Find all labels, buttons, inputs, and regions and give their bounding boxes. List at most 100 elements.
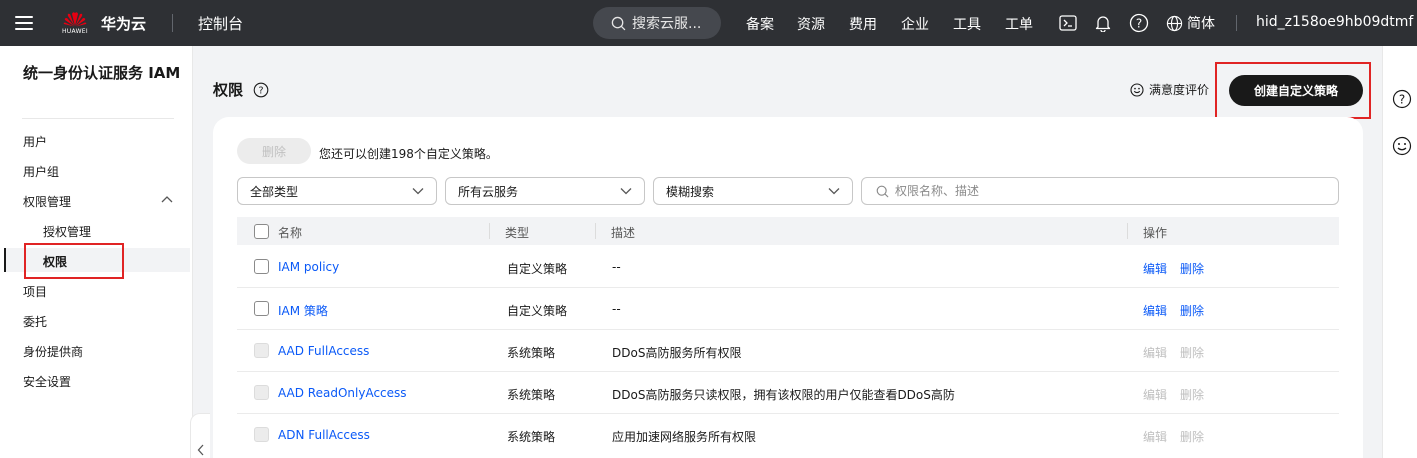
sidebar-item-agencies[interactable]: 委托	[23, 313, 47, 330]
sidebar-item-permission-management[interactable]: 权限管理	[23, 193, 71, 210]
huawei-logo-icon	[63, 12, 87, 27]
divider	[1236, 15, 1237, 31]
divider	[22, 118, 174, 119]
help-circle-icon[interactable]: ?	[1392, 89, 1412, 109]
chevron-left-icon	[197, 444, 203, 456]
sidebar-item-security-settings[interactable]: 安全设置	[23, 373, 71, 390]
chevron-down-icon	[828, 188, 840, 195]
global-search[interactable]: 搜索云服...	[593, 7, 721, 39]
row-checkbox[interactable]	[254, 301, 269, 316]
policy-search-input[interactable]	[895, 184, 1315, 198]
policy-description: DDoS高防服务只读权限，拥有该权限的用户仅能查看DDoS高防	[612, 388, 955, 402]
policy-description: 应用加速网络服务所有权限	[612, 430, 757, 444]
chevron-down-icon	[412, 188, 424, 195]
search-mode-select[interactable]: 模糊搜索	[653, 177, 853, 205]
chevron-down-icon	[620, 188, 632, 195]
huawei-logo[interactable]: HUAWEI	[58, 8, 92, 38]
svg-text:?: ?	[258, 86, 263, 97]
row-divider	[237, 413, 1339, 414]
column-header-actions: 操作	[1143, 226, 1168, 240]
edit-link: 编辑	[1143, 388, 1168, 402]
svg-text:?: ?	[1399, 93, 1405, 107]
policy-description: --	[612, 260, 621, 274]
menu-icon[interactable]	[14, 13, 34, 33]
policy-type: 系统策略	[507, 430, 556, 444]
username[interactable]: hid_z158oe9hb09dtmf	[1256, 14, 1413, 30]
search-mode-value: 模糊搜索	[666, 184, 715, 199]
sidebar-item-permissions[interactable]: 权限	[43, 253, 67, 270]
nav-billing[interactable]: 费用	[849, 14, 877, 34]
row-checkbox	[254, 343, 269, 358]
nav-tools[interactable]: 工具	[953, 14, 981, 34]
help-icon[interactable]: ?	[253, 82, 269, 98]
collapse-sidebar-button[interactable]	[190, 413, 210, 458]
sidebar-item-identity-providers[interactable]: 身份提供商	[23, 343, 83, 360]
table-header	[237, 217, 1339, 245]
policy-type: 自定义策略	[507, 262, 568, 276]
delete-link[interactable]: 删除	[1180, 260, 1204, 277]
help-circle-icon[interactable]: ?	[1128, 12, 1150, 34]
policy-type: 系统策略	[507, 346, 556, 360]
row-divider	[237, 329, 1339, 330]
language-switch[interactable]: 简体	[1166, 13, 1215, 33]
divider	[172, 14, 173, 32]
edit-link[interactable]: 编辑	[1143, 302, 1167, 319]
smiley-icon	[1130, 82, 1144, 97]
delete-link: 删除	[1180, 388, 1205, 402]
quota-text: 您还可以创建198个自定义策略。	[319, 147, 498, 161]
column-header-description: 描述	[611, 226, 636, 240]
policy-name-link[interactable]: AAD ReadOnlyAccess	[278, 386, 407, 400]
svg-text:?: ?	[1136, 17, 1142, 31]
nav-enterprise[interactable]: 企业	[901, 14, 929, 34]
language-label: 简体	[1187, 16, 1215, 32]
service-select[interactable]: 所有云服务	[445, 177, 645, 205]
console-link[interactable]: 控制台	[198, 13, 243, 34]
bell-icon[interactable]	[1092, 12, 1114, 34]
satisfaction-label: 满意度评价	[1149, 83, 1210, 97]
row-checkbox	[254, 427, 269, 442]
brand-name[interactable]: 华为云	[101, 13, 146, 34]
search-icon	[611, 16, 626, 30]
row-divider	[237, 287, 1339, 288]
edit-link: 编辑	[1143, 346, 1168, 360]
smiley-icon[interactable]	[1392, 136, 1412, 156]
sidebar-item-user-groups[interactable]: 用户组	[23, 163, 59, 180]
delete-button[interactable]: 删除	[237, 138, 311, 164]
policy-name-link[interactable]: AAD FullAccess	[278, 344, 369, 358]
column-divider	[489, 223, 490, 239]
sidebar-item-projects[interactable]: 项目	[23, 283, 47, 300]
row-checkbox[interactable]	[254, 259, 269, 274]
select-all-checkbox[interactable]	[254, 224, 269, 239]
search-icon	[876, 185, 889, 197]
policy-name-link[interactable]: ADN FullAccess	[278, 428, 370, 442]
chevron-up-icon[interactable]	[161, 195, 173, 205]
row-checkbox	[254, 385, 269, 400]
policy-search-field[interactable]	[861, 177, 1339, 205]
cloud-shell-icon[interactable]	[1057, 12, 1079, 34]
delete-link: 删除	[1180, 430, 1205, 444]
type-select-value: 全部类型	[250, 184, 299, 199]
column-header-type: 类型	[505, 226, 530, 240]
create-custom-policy-button[interactable]: 创建自定义策略	[1229, 75, 1363, 106]
policy-description: DDoS高防服务所有权限	[612, 346, 742, 360]
service-title: 统一身份认证服务 IAM	[23, 64, 181, 82]
type-select[interactable]: 全部类型	[237, 177, 437, 205]
policy-name-link[interactable]: IAM policy	[278, 260, 339, 274]
nav-filing[interactable]: 备案	[746, 14, 774, 34]
policy-type: 系统策略	[507, 388, 556, 402]
right-rail: ?	[1382, 46, 1417, 458]
column-divider	[1127, 223, 1128, 239]
nav-tickets[interactable]: 工单	[1005, 14, 1033, 34]
nav-resources[interactable]: 资源	[797, 14, 825, 34]
edit-link[interactable]: 编辑	[1143, 260, 1167, 277]
logo-text: HUAWEI	[62, 28, 88, 35]
sidebar-item-authorization[interactable]: 授权管理	[43, 223, 91, 240]
policy-name-link[interactable]: IAM 策略	[278, 302, 328, 319]
top-bar: HUAWEI 华为云 控制台 搜索云服... 备案 资源 费用 企业 工具 工单…	[0, 0, 1417, 46]
column-divider	[595, 223, 596, 239]
sidebar-item-users[interactable]: 用户	[23, 133, 47, 150]
delete-link[interactable]: 删除	[1180, 302, 1204, 319]
sidebar: 统一身份认证服务 IAM 用户 用户组 权限管理 授权管理 权限 项目 委托 身…	[0, 46, 193, 458]
policy-description: --	[612, 302, 621, 316]
satisfaction-rating[interactable]: 满意度评价	[1130, 81, 1209, 98]
